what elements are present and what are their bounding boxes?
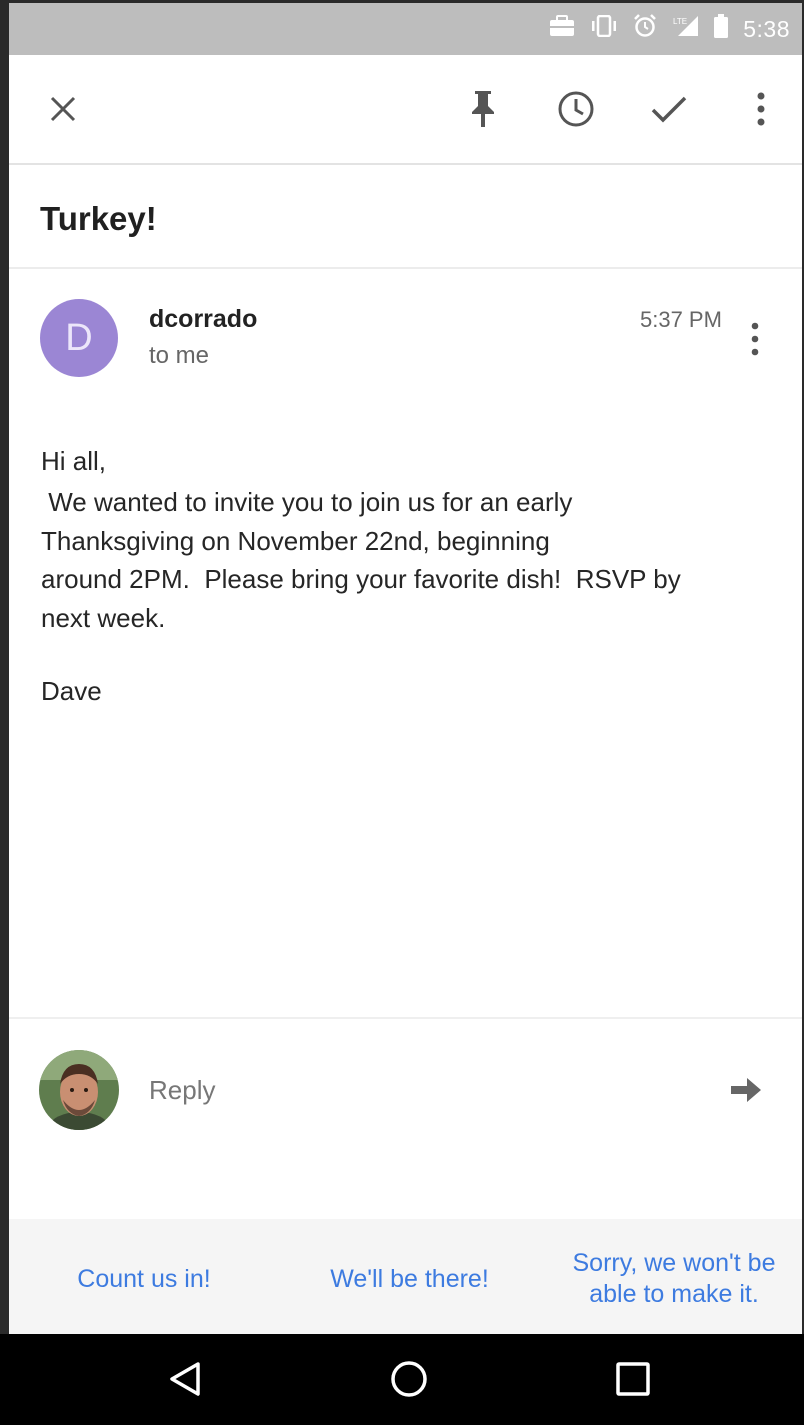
alarm-icon — [633, 14, 657, 44]
svg-text:LTE: LTE — [673, 17, 687, 26]
signal-lte-icon: LTE — [671, 15, 699, 43]
snooze-button[interactable] — [552, 85, 600, 133]
status-time: 5:38 — [743, 15, 790, 42]
recents-icon — [616, 1362, 650, 1396]
status-bar: LTE 5:38 — [9, 3, 802, 55]
divider — [9, 1017, 802, 1019]
vibrate-icon — [589, 14, 619, 43]
recipient-label[interactable]: to me — [149, 342, 209, 370]
pin-button[interactable] — [459, 85, 507, 133]
close-icon — [50, 96, 76, 122]
overflow-menu-button[interactable] — [737, 85, 785, 133]
sender-avatar[interactable]: D — [40, 299, 118, 377]
home-button[interactable] — [384, 1354, 434, 1404]
recents-button[interactable] — [608, 1354, 658, 1404]
snooze-icon — [558, 91, 594, 127]
user-avatar — [39, 1050, 119, 1130]
sender-name[interactable]: dcorrado — [149, 305, 257, 334]
subject-row: Turkey! — [9, 165, 802, 269]
more-vert-icon — [751, 322, 759, 356]
smart-reply-chip[interactable]: Sorry, we won't be able to make it. — [561, 1248, 787, 1310]
pin-icon — [472, 91, 494, 127]
done-icon — [651, 96, 687, 123]
mark-done-button[interactable] — [645, 85, 693, 133]
send-button[interactable] — [726, 1070, 766, 1110]
back-icon — [170, 1362, 200, 1396]
message-overflow-button[interactable] — [740, 318, 770, 360]
email-greeting: Hi all, — [41, 446, 107, 476]
briefcase-icon — [549, 15, 575, 43]
close-button[interactable] — [39, 85, 87, 133]
more-vert-icon — [757, 92, 765, 126]
smart-reply-chip[interactable]: We'll be there! — [317, 1264, 502, 1295]
message-time: 5:37 PM — [640, 307, 722, 332]
top-toolbar — [9, 55, 802, 165]
arrow-right-icon — [731, 1078, 761, 1102]
email-subject: Turkey! — [40, 200, 157, 237]
smart-reply-chip[interactable]: Count us in! — [64, 1264, 224, 1295]
email-signoff: Dave — [41, 676, 102, 706]
back-button[interactable] — [160, 1354, 210, 1404]
home-icon — [391, 1361, 427, 1397]
email-body: We wanted to invite you to join us for a… — [41, 487, 681, 633]
smart-reply-bar: Count us in! We'll be there! Sorry, we w… — [9, 1219, 802, 1334]
system-nav-bar — [0, 1334, 804, 1425]
reply-input[interactable]: Reply — [149, 1075, 215, 1106]
battery-icon — [713, 14, 729, 44]
